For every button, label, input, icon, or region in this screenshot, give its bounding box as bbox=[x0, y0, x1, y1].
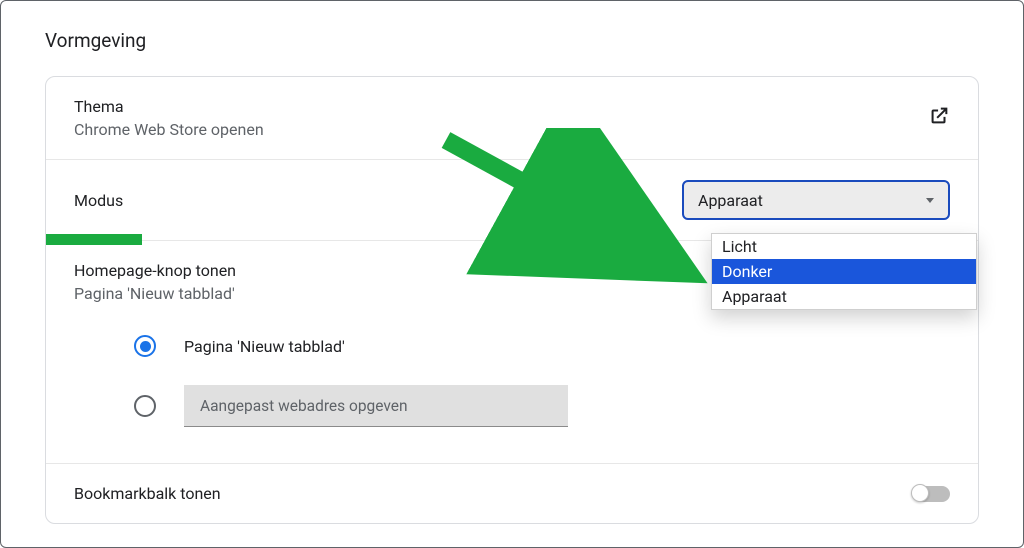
mode-option-apparaat[interactable]: Apparaat bbox=[712, 284, 976, 309]
custom-url-placeholder: Aangepast webadres opgeven bbox=[200, 397, 408, 415]
homepage-radio-group: Pagina 'Nieuw tabblad' Aangepast webadre… bbox=[46, 303, 978, 464]
theme-sublabel: Chrome Web Store openen bbox=[74, 120, 264, 139]
bookmarkbar-toggle[interactable] bbox=[912, 486, 950, 502]
mode-dropdown-menu[interactable]: Licht Donker Apparaat bbox=[711, 233, 977, 310]
bookmarkbar-row: Bookmarkbalk tonen bbox=[46, 464, 978, 523]
mode-option-donker[interactable]: Donker bbox=[712, 259, 976, 284]
radio-custom[interactable] bbox=[134, 395, 156, 417]
radio-new-tab[interactable] bbox=[134, 335, 156, 357]
open-external-icon[interactable] bbox=[928, 105, 950, 131]
bookmarkbar-label: Bookmarkbalk tonen bbox=[74, 484, 221, 503]
chevron-down-icon bbox=[926, 198, 934, 203]
radio-new-tab-label: Pagina 'Nieuw tabblad' bbox=[184, 337, 345, 356]
homepage-label: Homepage-knop tonen bbox=[74, 261, 236, 280]
homepage-sublabel: Pagina 'Nieuw tabblad' bbox=[74, 284, 236, 303]
custom-url-input[interactable]: Aangepast webadres opgeven bbox=[184, 385, 568, 427]
toggle-knob bbox=[911, 484, 929, 502]
theme-label: Thema bbox=[74, 97, 264, 116]
mode-option-licht[interactable]: Licht bbox=[712, 234, 976, 259]
mode-dropdown[interactable]: Apparaat bbox=[682, 180, 950, 220]
theme-row[interactable]: Thema Chrome Web Store openen bbox=[46, 77, 978, 160]
section-title: Vormgeving bbox=[45, 29, 979, 52]
mode-label: Modus bbox=[74, 191, 123, 210]
mode-row: Modus Apparaat bbox=[46, 160, 978, 241]
mode-dropdown-value: Apparaat bbox=[698, 191, 763, 210]
radio-row-new-tab[interactable]: Pagina 'Nieuw tabblad' bbox=[74, 321, 950, 371]
radio-row-custom[interactable]: Aangepast webadres opgeven bbox=[74, 371, 950, 441]
